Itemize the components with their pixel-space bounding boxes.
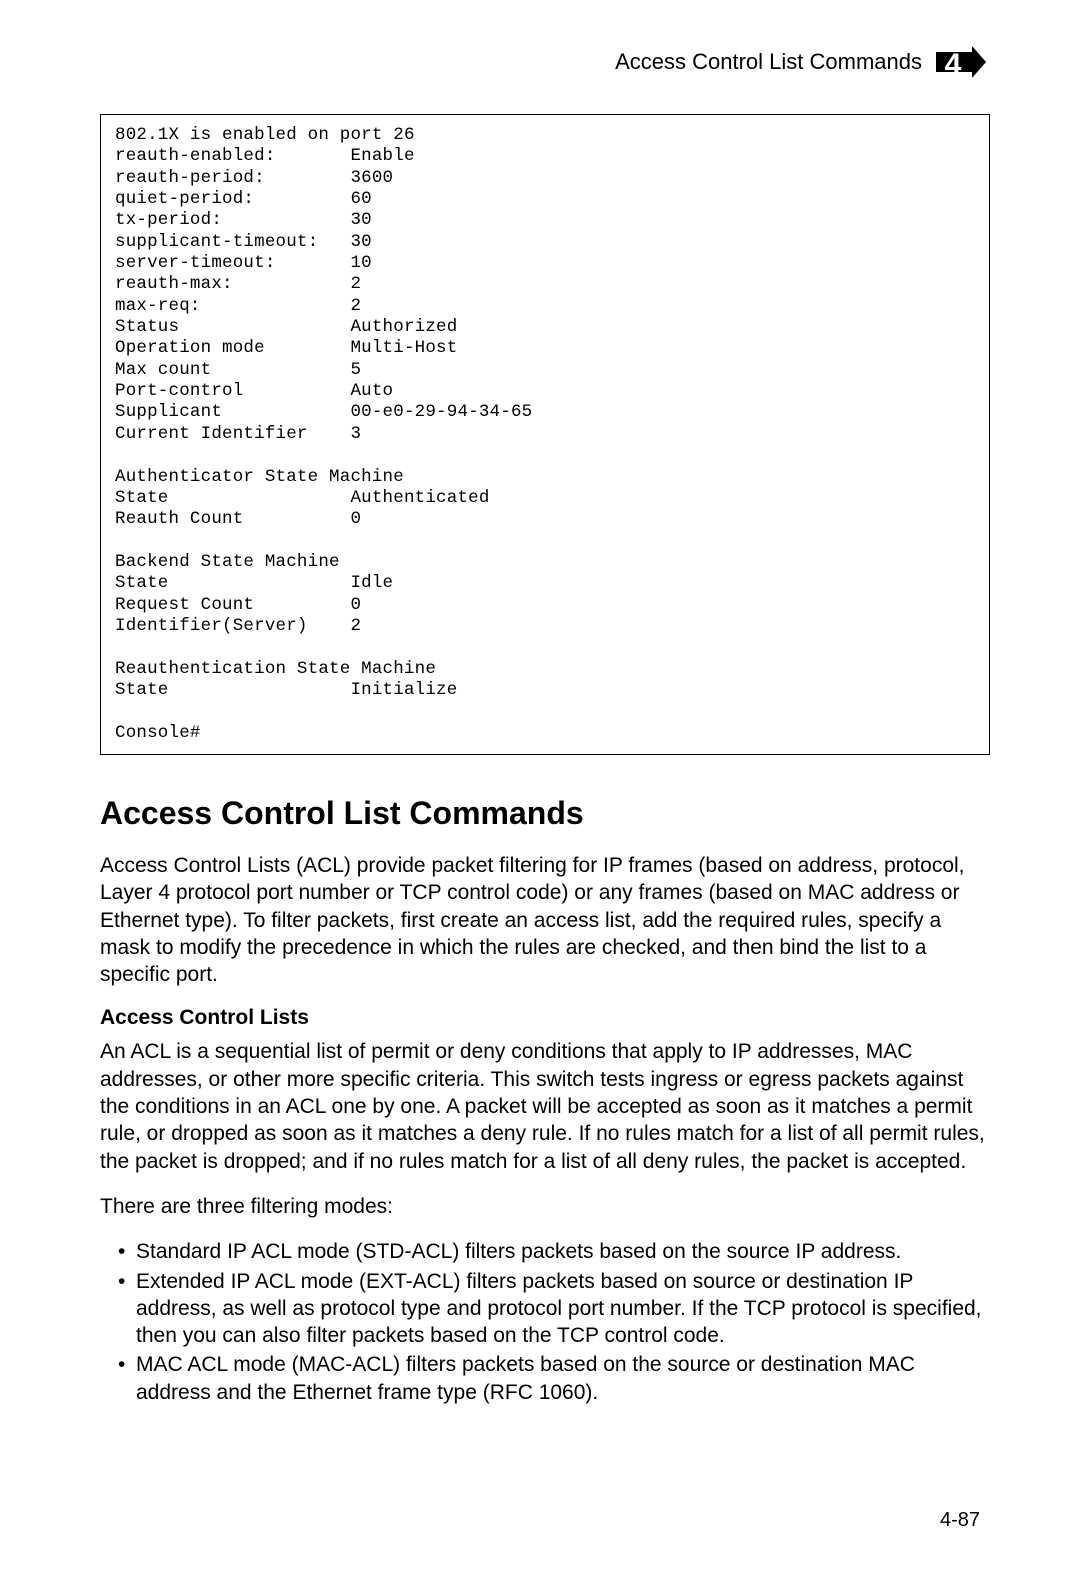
- list-item: MAC ACL mode (MAC-ACL) filters packets b…: [118, 1351, 990, 1406]
- chapter-arrow-icon: 4: [936, 40, 986, 84]
- chapter-badge: 4: [936, 40, 986, 84]
- body-paragraph-2: An ACL is a sequential list of permit or…: [100, 1038, 990, 1174]
- filtering-modes-list: Standard IP ACL mode (STD-ACL) filters p…: [100, 1238, 990, 1406]
- list-item: Standard IP ACL mode (STD-ACL) filters p…: [118, 1238, 990, 1265]
- page-number: 4-87: [940, 1509, 980, 1532]
- terminal-output-box: 802.1X is enabled on port 26 reauth-enab…: [100, 114, 990, 755]
- chapter-number: 4: [945, 48, 962, 81]
- intro-paragraph: Access Control Lists (ACL) provide packe…: [100, 852, 990, 988]
- section-heading: Access Control List Commands: [100, 795, 990, 832]
- page-header: Access Control List Commands 4: [100, 40, 990, 84]
- list-item: Extended IP ACL mode (EXT-ACL) filters p…: [118, 1268, 990, 1350]
- header-title: Access Control List Commands: [615, 49, 922, 75]
- body-paragraph-3: There are three filtering modes:: [100, 1193, 990, 1220]
- sub-heading: Access Control Lists: [100, 1006, 990, 1030]
